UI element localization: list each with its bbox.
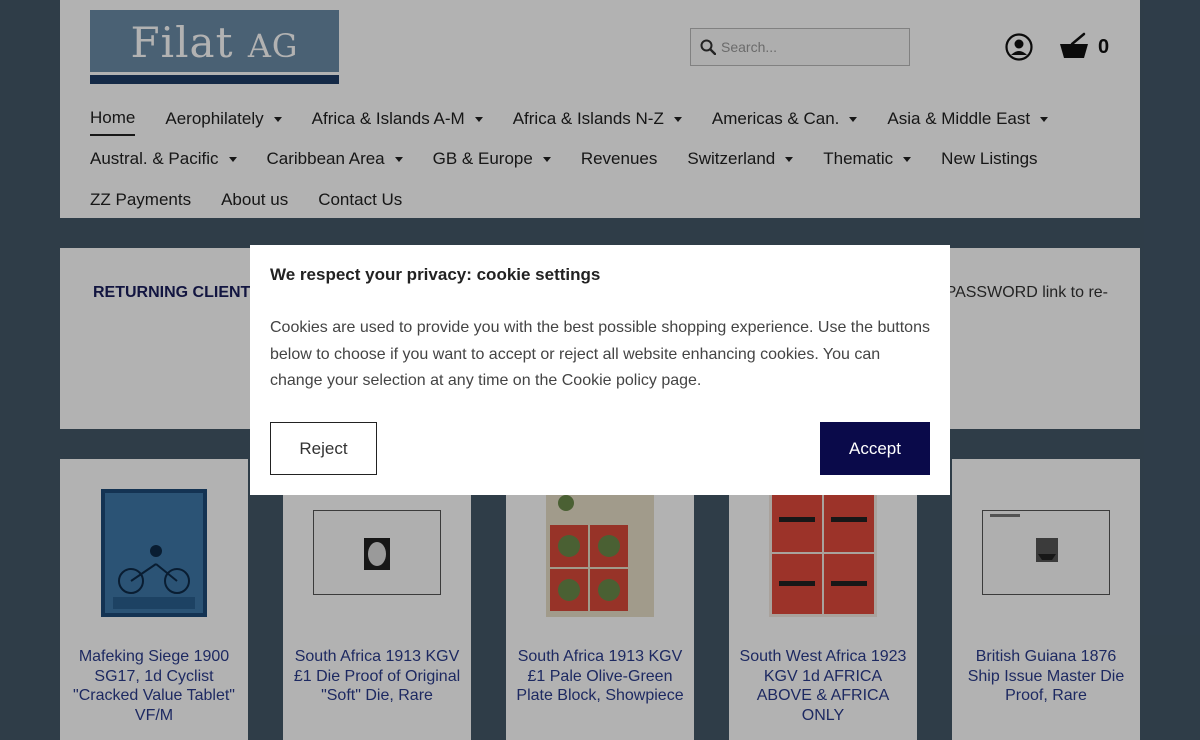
cookie-dialog-title: We respect your privacy: cookie settings xyxy=(270,265,601,284)
reject-cookies-button[interactable]: Reject xyxy=(270,422,377,475)
accept-cookies-button[interactable]: Accept xyxy=(820,422,930,475)
cookie-consent-dialog: We respect your privacy: cookie settings… xyxy=(250,245,950,495)
cookie-dialog-body: Cookies are used to provide you with the… xyxy=(270,319,930,389)
